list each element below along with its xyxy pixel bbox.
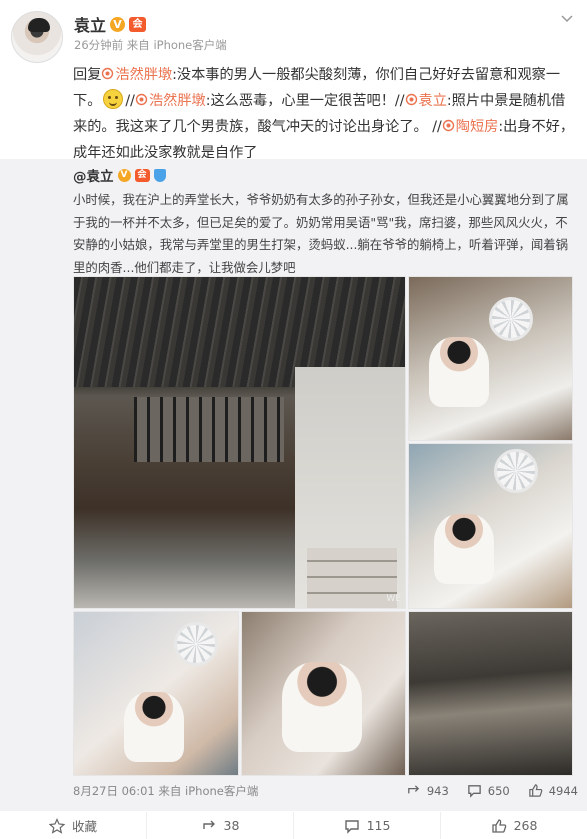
repost-icon	[202, 820, 215, 829]
stone-blocks	[307, 548, 397, 608]
fan-icon	[489, 297, 533, 341]
post-text: 回复 浩然胖墩:没本事的男人一般都尖酸刻薄，你们自己好好去留意和观察一下。//浩然…	[73, 62, 578, 166]
post-meta: 26分钟前 来自 iPhone客户端	[74, 38, 227, 52]
verified-badge-icon[interactable]: V	[110, 16, 126, 32]
quoted-comment-button[interactable]: 650	[467, 783, 510, 798]
like-button[interactable]: 268	[441, 812, 587, 839]
quoted-comment-count: 650	[487, 783, 510, 798]
like-count: 268	[513, 818, 538, 833]
quoted-like-count: 4944	[548, 783, 578, 798]
watermark: WE	[386, 594, 401, 604]
username[interactable]: 袁立	[74, 12, 106, 36]
mention-text: 浩然胖墩	[148, 93, 206, 109]
at-icon	[101, 63, 114, 80]
comment-count: 115	[366, 818, 391, 833]
mention-text: 陶短房	[455, 119, 499, 135]
photo-woman-on-chair[interactable]	[73, 611, 239, 776]
person-figure	[282, 662, 362, 752]
quoted-post[interactable]: @袁立 V 会 小时候，我在沪上的弄堂长大，爷爷奶奶有太多的孙子孙女，但我还是小…	[0, 159, 587, 811]
mention-link[interactable]: 浩然胖墩	[135, 93, 206, 109]
text-segment: //	[125, 93, 135, 109]
quoted-header: @袁立 V 会	[73, 165, 166, 185]
mention-link[interactable]: 浩然胖墩	[101, 67, 172, 83]
person-figure	[434, 514, 494, 584]
repost-count: 38	[223, 818, 240, 833]
person-figure	[429, 337, 489, 407]
favorite-label: 收藏	[71, 819, 97, 834]
verified-badge-icon: V	[117, 168, 131, 182]
fan-icon	[494, 449, 538, 493]
member-badge-icon[interactable]: 会	[129, 16, 147, 32]
lattice-window	[134, 397, 284, 462]
comment-icon	[344, 819, 359, 834]
comment-button[interactable]: 115	[294, 812, 441, 839]
member-badge-icon: 会	[134, 168, 150, 182]
quoted-text: 小时候，我在沪上的弄堂长大，爷爷奶奶有太多的孙子孙女，但我还是小心翼翼地分到了属…	[73, 192, 569, 275]
photo-alley[interactable]	[408, 611, 573, 776]
at-icon	[442, 115, 455, 132]
at-icon	[405, 89, 418, 106]
heart-badge-icon	[153, 168, 166, 182]
mention-text: 浩然胖墩	[115, 67, 173, 83]
thumbs-up-icon	[528, 784, 543, 797]
smile-emoji-icon	[103, 89, 124, 109]
mention-link[interactable]: 陶短房	[442, 119, 499, 135]
thumbs-up-icon	[491, 818, 506, 833]
text-segment: :这么恶毒，心里一定很苦吧！//	[205, 93, 405, 109]
repost-icon	[407, 785, 419, 794]
chevron-down-icon[interactable]	[559, 10, 575, 26]
reply-prefix: 回复	[73, 67, 102, 83]
photo-woman-with-phone[interactable]	[241, 611, 406, 776]
at-icon	[135, 89, 148, 106]
weibo-post: 袁立 V 会 26分钟前 来自 iPhone客户端 回复 浩然胖墩:没本事的男人一…	[0, 0, 587, 839]
mention-text: 袁立	[418, 93, 447, 109]
user-avatar[interactable]	[11, 11, 63, 63]
photo-old-building[interactable]: WE	[73, 276, 406, 609]
comment-icon	[467, 785, 481, 798]
quoted-stats: 943 650 4944	[406, 783, 578, 798]
person-figure	[124, 692, 184, 762]
quoted-repost-count: 943	[426, 783, 449, 798]
quoted-username[interactable]: @袁立	[73, 165, 114, 185]
action-bar: 收藏 38 115 268	[0, 812, 587, 839]
favorite-button[interactable]: 收藏	[0, 812, 147, 839]
quoted-like-button[interactable]: 4944	[528, 783, 578, 798]
repost-button[interactable]: 38	[147, 812, 294, 839]
fan-icon	[174, 622, 218, 666]
quoted-repost-button[interactable]: 943	[406, 783, 449, 798]
star-icon	[48, 817, 65, 834]
name-row: 袁立 V 会	[74, 12, 147, 36]
quoted-date: 8月27日 06:01 来自 iPhone客户端	[73, 784, 259, 798]
mention-link[interactable]: 袁立	[405, 93, 447, 109]
photo-woman-with-fan[interactable]	[408, 276, 573, 441]
photo-woman-reading[interactable]	[408, 443, 573, 609]
